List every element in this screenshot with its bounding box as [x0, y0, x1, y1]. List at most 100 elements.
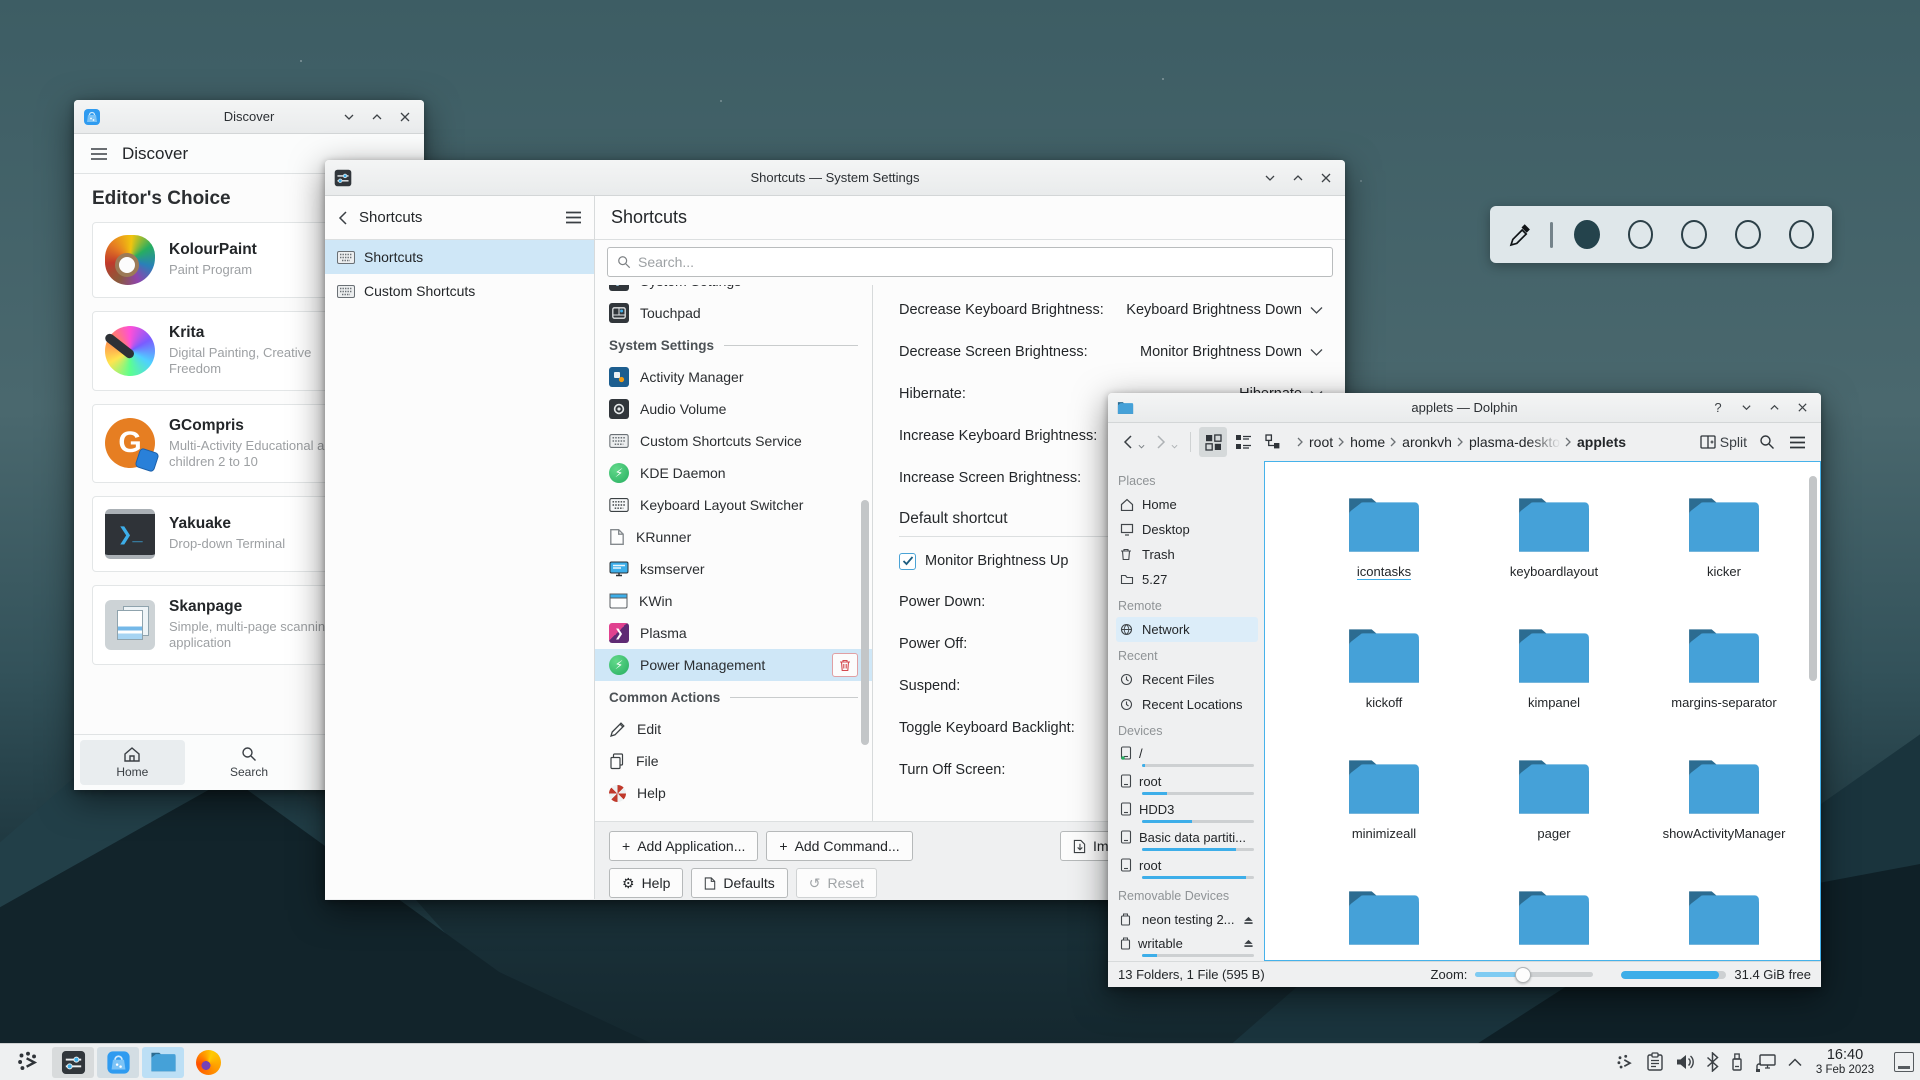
- breadcrumb-home[interactable]: home: [1347, 434, 1388, 450]
- maximize-icon[interactable]: [1765, 399, 1783, 417]
- folder-item[interactable]: minimizeall: [1299, 748, 1469, 875]
- color-swatch[interactable]: [1788, 220, 1815, 249]
- list-item-plasma[interactable]: ❯ Plasma: [595, 617, 872, 649]
- delete-component-button[interactable]: [832, 653, 858, 677]
- eject-icon[interactable]: [1243, 915, 1254, 925]
- app-launcher-button[interactable]: [7, 1047, 49, 1078]
- minimize-icon[interactable]: [1737, 399, 1755, 417]
- dolphin-file-view[interactable]: icontasks keyboardlayout kicker kickoff …: [1264, 461, 1821, 961]
- folder-item[interactable]: kicker: [1639, 486, 1809, 613]
- breadcrumb-root[interactable]: root: [1306, 434, 1336, 450]
- split-button[interactable]: Split: [1696, 427, 1751, 457]
- list-item-ksmserver[interactable]: ksmserver: [595, 553, 872, 585]
- sidebar-item-shortcuts[interactable]: Shortcuts: [325, 240, 594, 274]
- places-item-home[interactable]: Home: [1116, 492, 1258, 517]
- task-system-settings[interactable]: [52, 1046, 94, 1078]
- forward-button[interactable]: [1151, 427, 1182, 457]
- network-icon[interactable]: [1755, 1053, 1777, 1072]
- maximize-icon[interactable]: [368, 108, 386, 126]
- help-button[interactable]: ⚙ Help: [609, 868, 684, 898]
- list-item-kwin[interactable]: KWin: [595, 585, 872, 617]
- list-item-krunner[interactable]: KRunner: [595, 521, 872, 553]
- list-item-touchpad[interactable]: Touchpad: [595, 297, 872, 329]
- add-application-button[interactable]: + Add Application...: [609, 831, 759, 861]
- eject-icon[interactable]: [1243, 938, 1254, 948]
- back-button[interactable]: [1118, 427, 1149, 457]
- breadcrumb-plasma-desktop[interactable]: plasma-deskto: [1466, 434, 1563, 450]
- color-swatch[interactable]: [1734, 220, 1761, 249]
- places-item-527[interactable]: 5.27: [1116, 567, 1258, 592]
- removable-item-writable[interactable]: writable: [1116, 932, 1258, 960]
- nav-search[interactable]: Search: [197, 740, 302, 785]
- device-item-root-slash[interactable]: /: [1116, 742, 1258, 770]
- details-view-button[interactable]: [1259, 427, 1287, 457]
- color-swatch[interactable]: [1681, 220, 1707, 249]
- folder-item[interactable]: [1469, 879, 1639, 960]
- add-command-button[interactable]: + Add Command...: [766, 831, 913, 861]
- list-item-file[interactable]: File: [595, 745, 872, 777]
- help-icon[interactable]: ?: [1709, 399, 1727, 417]
- maximize-icon[interactable]: [1289, 169, 1307, 187]
- list-item-keyboard-layout-switcher[interactable]: Keyboard Layout Switcher: [595, 489, 872, 521]
- discover-titlebar[interactable]: Discover: [74, 100, 424, 134]
- search-button[interactable]: [1753, 427, 1781, 457]
- list-item-edit[interactable]: Edit: [595, 713, 872, 745]
- hamburger-icon[interactable]: [90, 147, 108, 161]
- hamburger-icon[interactable]: [1783, 427, 1811, 457]
- view-scrollbar[interactable]: [1809, 476, 1817, 681]
- eyedropper-icon[interactable]: [1508, 221, 1535, 248]
- device-item-basic-data-partition[interactable]: Basic data partiti...: [1116, 826, 1258, 854]
- folder-item[interactable]: margins-separator: [1639, 617, 1809, 744]
- list-item-custom-shortcuts-service[interactable]: Custom Shortcuts Service: [595, 425, 872, 457]
- hamburger-icon[interactable]: [565, 211, 582, 224]
- bluetooth-icon[interactable]: [1706, 1052, 1719, 1072]
- usb-device-icon[interactable]: [1730, 1052, 1744, 1072]
- color-swatch-selected[interactable]: [1574, 220, 1600, 249]
- folder-item[interactable]: [1299, 879, 1469, 960]
- list-item-system-settings-partial[interactable]: System Settings: [595, 285, 872, 297]
- device-item-root1[interactable]: root: [1116, 770, 1258, 798]
- list-item-kde-daemon[interactable]: ⚡ KDE Daemon: [595, 457, 872, 489]
- updates-icon[interactable]: [1615, 1052, 1635, 1072]
- device-item-root2[interactable]: root: [1116, 854, 1258, 882]
- show-desktop-button[interactable]: [1894, 1052, 1914, 1072]
- close-icon[interactable]: [396, 108, 414, 126]
- places-item-trash[interactable]: Trash: [1116, 542, 1258, 567]
- list-item-power-management[interactable]: ⚡ Power Management: [595, 649, 872, 681]
- breadcrumb-applets[interactable]: applets: [1574, 434, 1629, 450]
- folder-item[interactable]: icontasks: [1299, 486, 1469, 613]
- minimize-icon[interactable]: [340, 108, 358, 126]
- folder-item[interactable]: showActivityManager: [1639, 748, 1809, 875]
- places-item-desktop[interactable]: Desktop: [1116, 517, 1258, 542]
- dolphin-titlebar[interactable]: applets — Dolphin ?: [1108, 393, 1821, 423]
- folder-item[interactable]: kimpanel: [1469, 617, 1639, 744]
- search-input[interactable]: [638, 254, 1323, 270]
- list-item-audio-volume[interactable]: Audio Volume: [595, 393, 872, 425]
- task-firefox[interactable]: [187, 1047, 229, 1078]
- defaults-button[interactable]: Defaults: [691, 868, 788, 898]
- places-item-recent-locations[interactable]: Recent Locations: [1116, 692, 1258, 717]
- folder-item[interactable]: pager: [1469, 748, 1639, 875]
- minimize-icon[interactable]: [1261, 169, 1279, 187]
- close-icon[interactable]: [1317, 169, 1335, 187]
- nav-home[interactable]: Home: [80, 740, 185, 785]
- list-scrollbar[interactable]: [861, 500, 869, 745]
- settings-titlebar[interactable]: Shortcuts — System Settings: [325, 160, 1345, 196]
- device-item-hdd3[interactable]: HDD3: [1116, 798, 1258, 826]
- task-discover[interactable]: [97, 1046, 139, 1078]
- sidebar-item-custom-shortcuts[interactable]: Custom Shortcuts: [325, 274, 594, 308]
- volume-icon[interactable]: [1675, 1053, 1695, 1071]
- checkbox-checked[interactable]: [899, 552, 916, 570]
- folder-item[interactable]: keyboardlayout: [1469, 486, 1639, 613]
- tray-expand-icon[interactable]: [1788, 1057, 1802, 1067]
- compact-view-button[interactable]: [1229, 427, 1257, 457]
- back-icon[interactable]: [337, 210, 349, 225]
- color-swatch[interactable]: [1627, 220, 1654, 249]
- list-item-activity-manager[interactable]: Activity Manager: [595, 361, 872, 393]
- places-item-network[interactable]: Network: [1116, 617, 1258, 642]
- reset-button[interactable]: ↺ Reset: [795, 868, 878, 898]
- folder-item[interactable]: kickoff: [1299, 617, 1469, 744]
- task-dolphin[interactable]: [142, 1046, 184, 1078]
- clock[interactable]: 16:40 3 Feb 2023: [1806, 1047, 1884, 1077]
- icons-view-button[interactable]: [1199, 427, 1227, 457]
